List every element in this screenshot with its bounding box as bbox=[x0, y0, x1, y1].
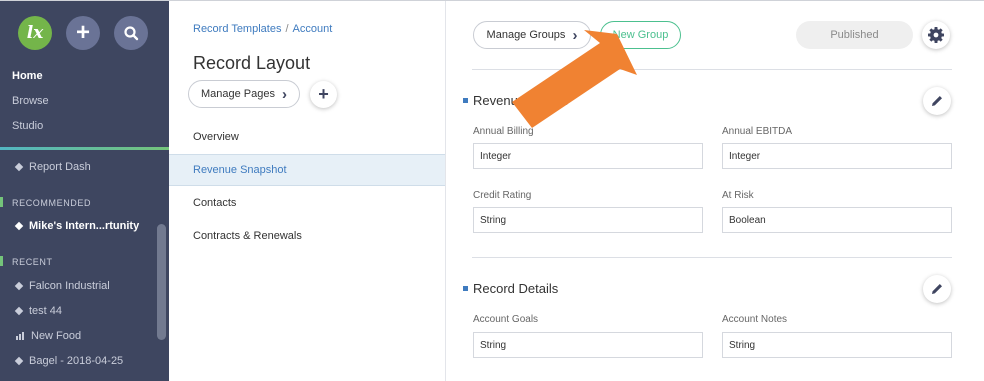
recent-item-label: Falcon Industrial bbox=[29, 280, 110, 292]
recent-item[interactable]: Bagel - 2018-04-25 bbox=[14, 355, 124, 367]
group-title-revenue-details: Revenue Details bbox=[463, 93, 568, 108]
manage-pages-button[interactable]: Manage Pages › bbox=[188, 80, 300, 108]
nav-studio[interactable]: Studio bbox=[12, 120, 43, 132]
group-title-record-details: Record Details bbox=[463, 281, 558, 296]
field-input[interactable]: Boolean bbox=[722, 207, 952, 233]
nav-divider bbox=[0, 147, 169, 150]
field-input[interactable]: Integer bbox=[722, 143, 952, 169]
recent-item-label: Bagel - 2018-04-25 bbox=[29, 355, 124, 367]
field-input[interactable]: String bbox=[473, 332, 703, 358]
recent-item[interactable]: Falcon Industrial bbox=[14, 280, 110, 292]
nav-home[interactable]: Home bbox=[12, 70, 43, 82]
page-item-overview[interactable]: Overview bbox=[169, 121, 445, 153]
field-label: Annual Billing bbox=[473, 126, 534, 137]
diamond-icon bbox=[14, 221, 24, 231]
page-title: Record Layout bbox=[193, 53, 311, 73]
page-item-contacts[interactable]: Contacts bbox=[169, 187, 445, 219]
field-label: Account Goals bbox=[473, 314, 539, 325]
breadcrumb: Record Templates / Account bbox=[193, 23, 332, 35]
page-item-contracts-renewals[interactable]: Contracts & Renewals bbox=[169, 220, 445, 252]
pencil-icon bbox=[932, 96, 942, 106]
recent-item[interactable]: test 44 bbox=[14, 305, 63, 317]
diamond-icon bbox=[14, 281, 24, 291]
page-item-label: Revenue Snapshot bbox=[193, 164, 287, 176]
manage-groups-label: Manage Groups bbox=[486, 29, 566, 41]
page-item-label: Overview bbox=[193, 131, 239, 143]
new-group-button[interactable]: New Group bbox=[600, 21, 681, 49]
diamond-icon bbox=[14, 356, 24, 366]
breadcrumb-separator: / bbox=[285, 23, 289, 35]
chevron-right-icon: › bbox=[282, 85, 287, 103]
page-item-label: Contacts bbox=[193, 197, 237, 209]
gear-icon bbox=[928, 27, 944, 43]
manage-pages-label: Manage Pages bbox=[201, 88, 275, 100]
manage-groups-button[interactable]: Manage Groups › bbox=[473, 21, 591, 49]
nav-browse[interactable]: Browse bbox=[12, 95, 49, 107]
group-marker-icon bbox=[463, 98, 468, 103]
recommended-item[interactable]: Mike's Intern...rtunity bbox=[14, 220, 140, 232]
app-logo[interactable]: lx bbox=[18, 16, 52, 50]
edit-group-button[interactable] bbox=[923, 87, 951, 115]
settings-button[interactable] bbox=[922, 21, 950, 49]
recent-item-label: test 44 bbox=[29, 305, 63, 317]
bar-chart-icon bbox=[16, 332, 24, 340]
section-divider bbox=[472, 69, 952, 70]
page-list-panel: Record Templates / Account Record Layout M… bbox=[169, 0, 446, 381]
chevron-right-icon: › bbox=[572, 26, 578, 44]
field-label: Annual EBITDA bbox=[722, 126, 793, 137]
section-divider bbox=[472, 257, 952, 258]
field-input[interactable]: String bbox=[722, 332, 952, 358]
left-sidebar: lx + Home Browse Studio Report Dash RECO… bbox=[0, 0, 169, 381]
group-title-label: Record Details bbox=[473, 281, 559, 296]
pencil-icon bbox=[932, 284, 942, 294]
recent-header: RECENT bbox=[12, 257, 53, 267]
page-item-label: Contracts & Renewals bbox=[193, 230, 302, 242]
diamond-icon bbox=[14, 162, 24, 172]
add-icon[interactable]: + bbox=[66, 16, 100, 50]
group-marker-icon bbox=[463, 286, 468, 291]
layout-editor: Manage Groups › New Group Published Reve… bbox=[447, 0, 984, 381]
edit-group-button[interactable] bbox=[923, 275, 951, 303]
field-label: At Risk bbox=[722, 190, 754, 201]
breadcrumb-current[interactable]: Account bbox=[293, 23, 333, 35]
section-marker bbox=[0, 197, 3, 207]
recent-item-label: New Food bbox=[31, 330, 82, 342]
group-title-label: Revenue Details bbox=[473, 93, 569, 108]
breadcrumb-parent-link[interactable]: Record Templates bbox=[193, 23, 281, 35]
sidebar-scrollbar[interactable] bbox=[157, 224, 166, 340]
field-input[interactable]: String bbox=[473, 207, 703, 233]
diamond-icon bbox=[14, 306, 24, 316]
recent-item[interactable]: New Food bbox=[16, 330, 81, 342]
published-status-button[interactable]: Published bbox=[796, 21, 913, 49]
field-input[interactable]: Integer bbox=[473, 143, 703, 169]
section-marker bbox=[0, 256, 3, 266]
field-label: Account Notes bbox=[722, 314, 788, 325]
pinned-item-label: Report Dash bbox=[29, 161, 91, 173]
search-icon[interactable] bbox=[114, 16, 148, 50]
new-group-label: New Group bbox=[612, 29, 669, 41]
pinned-item[interactable]: Report Dash bbox=[14, 161, 91, 173]
add-page-button[interactable]: + bbox=[310, 81, 337, 108]
page-item-revenue-snapshot[interactable]: Revenue Snapshot bbox=[169, 154, 445, 186]
field-label: Credit Rating bbox=[473, 190, 532, 201]
recommended-item-label: Mike's Intern...rtunity bbox=[29, 220, 140, 232]
recommended-header: RECOMMENDED bbox=[12, 198, 92, 208]
